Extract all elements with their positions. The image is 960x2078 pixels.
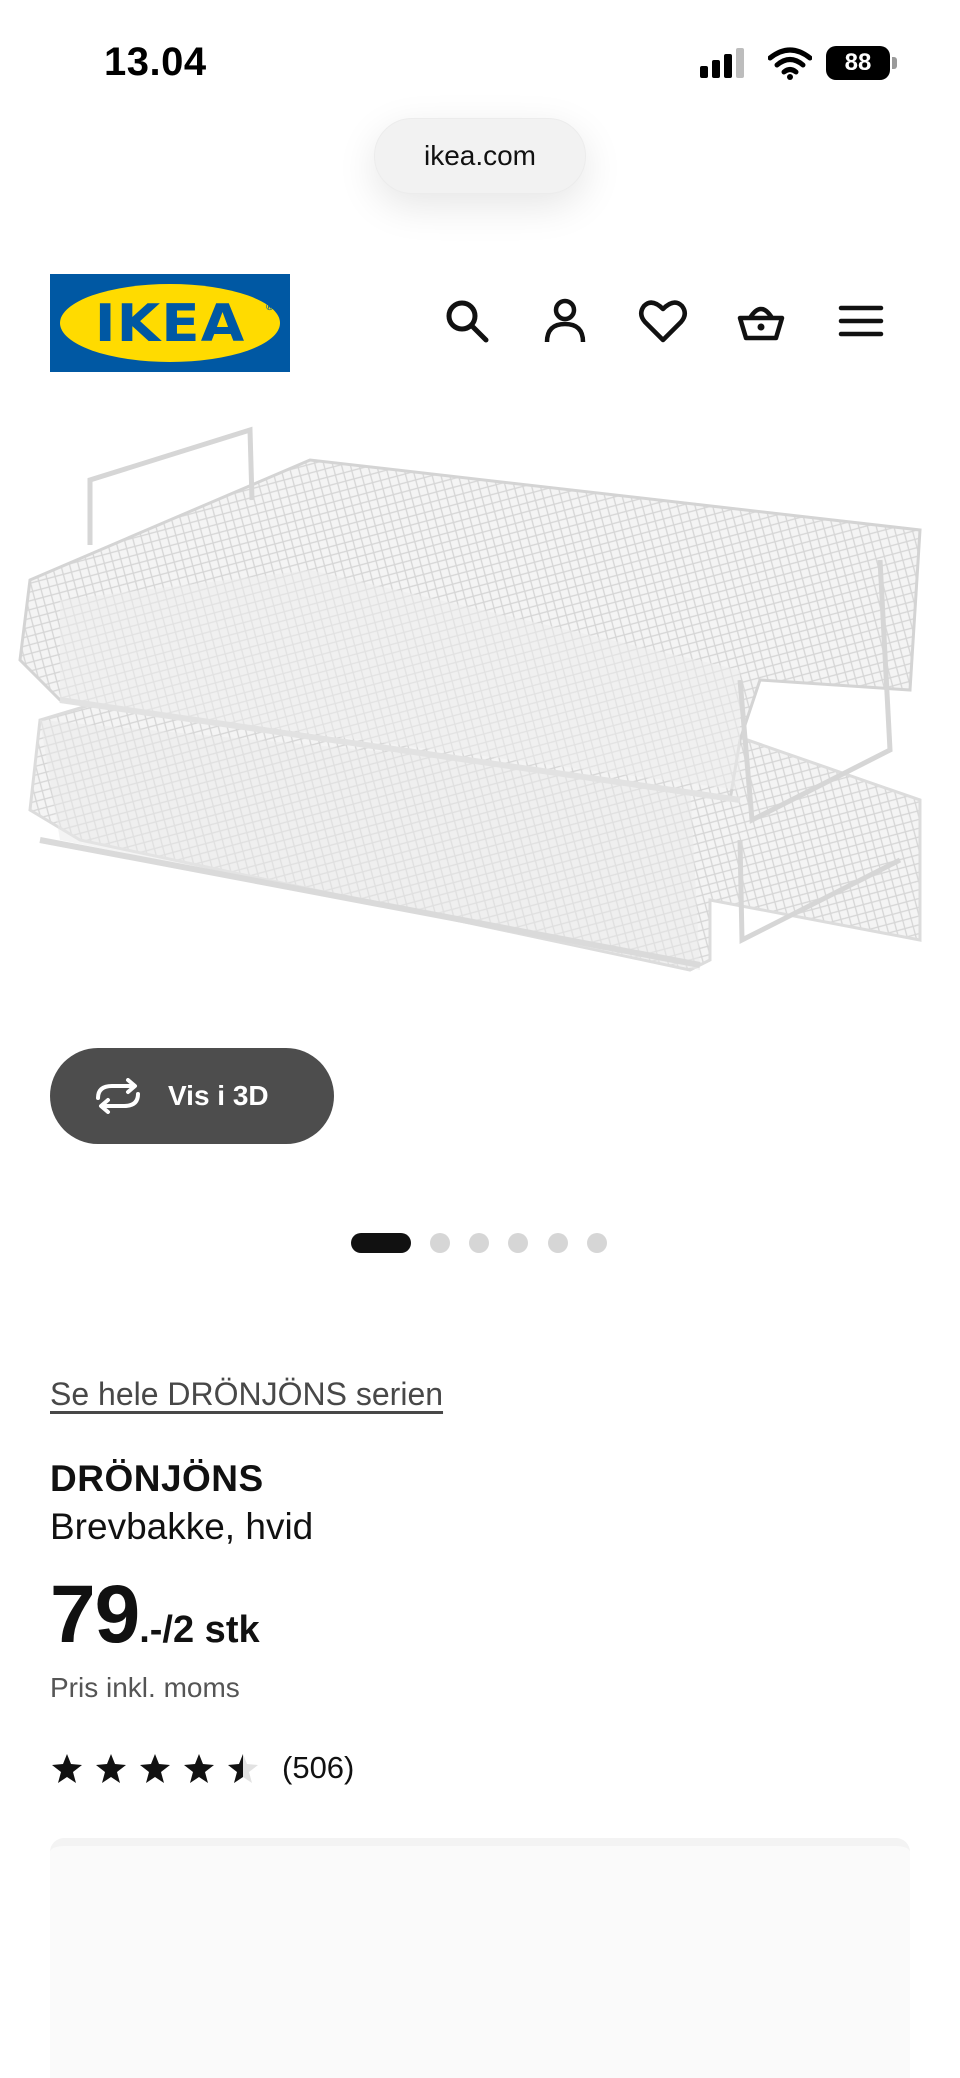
product-price: 79.-/2 stk bbox=[50, 1568, 260, 1662]
registered-mark: ® bbox=[266, 302, 274, 313]
view-3d-label: Vis i 3D bbox=[168, 1080, 269, 1111]
half-star-icon bbox=[228, 1754, 258, 1783]
logo-text: IKEA bbox=[94, 294, 246, 354]
battery-level: 88 bbox=[844, 49, 872, 76]
product-page: 13.04 88 ikea.com IKEA ® Vis i 3D Se hel… bbox=[0, 0, 960, 2078]
product-image[interactable] bbox=[0, 420, 960, 1060]
price-suffix: .-/2 stk bbox=[139, 1609, 260, 1651]
star-icon bbox=[140, 1754, 170, 1783]
pager-dot[interactable] bbox=[430, 1233, 450, 1253]
product-description: Brevbakke, hvid bbox=[50, 1506, 314, 1547]
pager-dot[interactable] bbox=[469, 1233, 489, 1253]
view-3d-button[interactable]: Vis i 3D bbox=[50, 1048, 334, 1144]
star-icon bbox=[184, 1754, 214, 1783]
account-icon[interactable] bbox=[540, 296, 590, 346]
cellular-signal-icon bbox=[700, 48, 744, 78]
status-time: 13.04 bbox=[104, 40, 207, 84]
star-icon bbox=[52, 1754, 82, 1783]
wifi-icon bbox=[768, 47, 812, 80]
pager-dot-active[interactable] bbox=[351, 1233, 411, 1253]
series-link[interactable]: Se hele DRÖNJÖNS serien bbox=[50, 1376, 443, 1413]
battery-cap bbox=[892, 57, 897, 69]
product-name: DRÖNJÖNS bbox=[50, 1458, 264, 1499]
battery-indicator: 88 bbox=[826, 46, 897, 80]
pager-dot[interactable] bbox=[508, 1233, 528, 1253]
image-pager bbox=[0, 1233, 960, 1255]
pager-dot[interactable] bbox=[587, 1233, 607, 1253]
rotate-3d-icon bbox=[96, 1078, 140, 1114]
price-main: 79 bbox=[50, 1569, 140, 1660]
pager-dot[interactable] bbox=[548, 1233, 568, 1253]
info-panel bbox=[50, 1838, 910, 2078]
vat-note: Pris inkl. moms bbox=[50, 1672, 240, 1703]
address-bar[interactable]: ikea.com bbox=[374, 118, 586, 194]
heart-icon[interactable] bbox=[638, 296, 688, 346]
ikea-logo[interactable]: IKEA ® bbox=[50, 274, 290, 372]
rating-stars[interactable] bbox=[50, 1752, 270, 1786]
review-count[interactable]: (506) bbox=[282, 1750, 354, 1786]
menu-icon[interactable] bbox=[836, 296, 886, 346]
basket-icon[interactable] bbox=[736, 296, 786, 346]
search-icon[interactable] bbox=[442, 296, 492, 346]
status-bar: 13.04 88 bbox=[0, 0, 960, 120]
star-icon bbox=[96, 1754, 126, 1783]
